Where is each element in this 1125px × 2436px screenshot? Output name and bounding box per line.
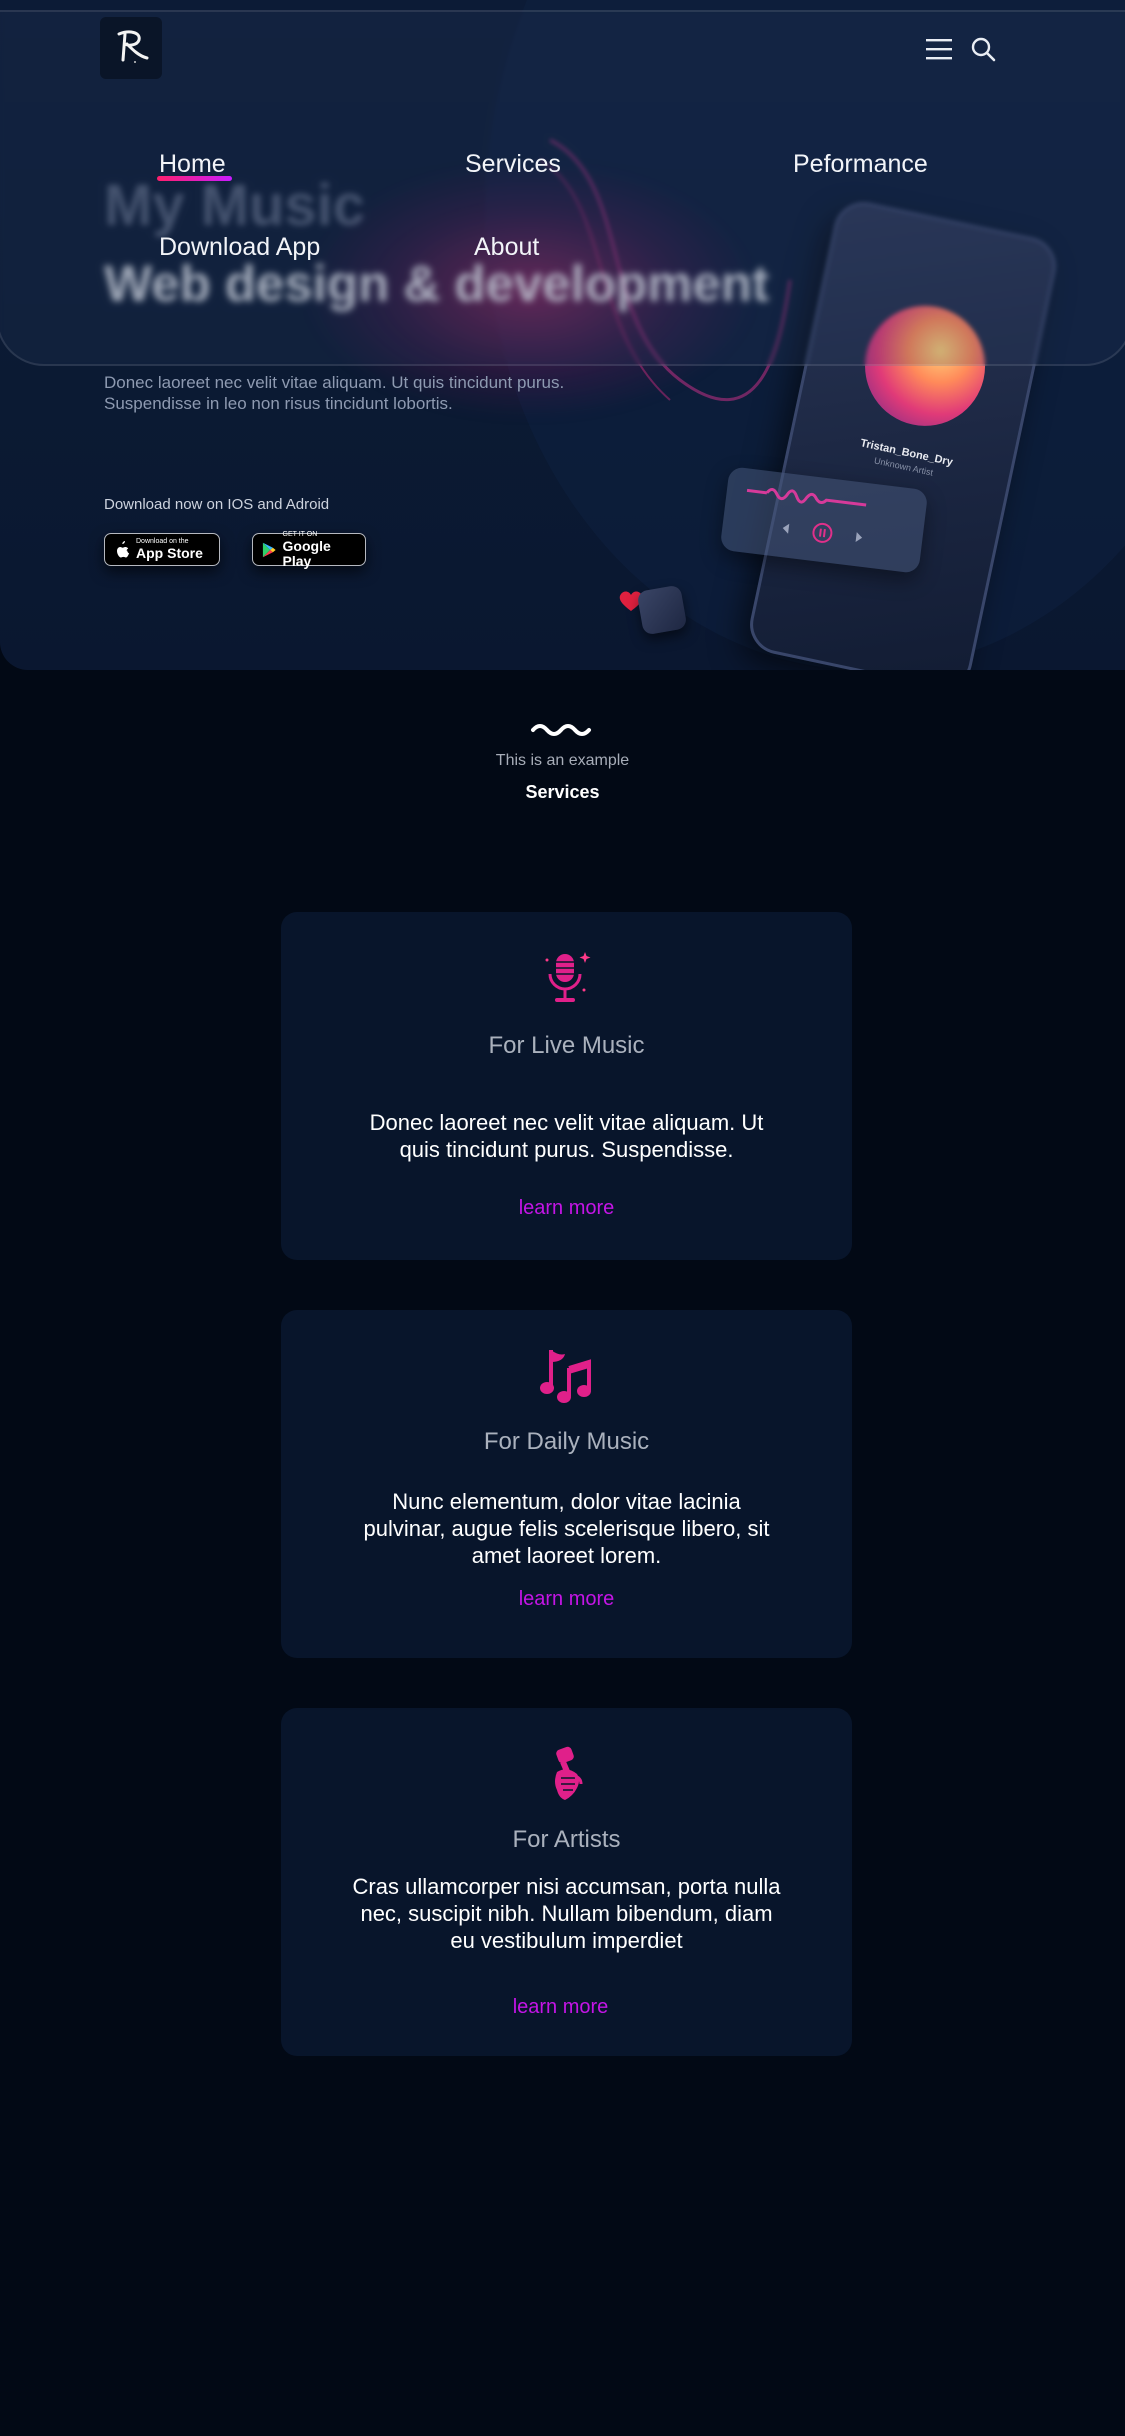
google-play-button[interactable]: GET IT ON Google Play xyxy=(252,531,366,569)
search-icon[interactable] xyxy=(970,36,996,62)
hamburger-menu-icon[interactable] xyxy=(926,38,952,60)
card-body: Nunc elementum, dolor vitae lacinia pulv… xyxy=(363,1489,770,1568)
card-title: For Live Music xyxy=(488,1032,645,1059)
learn-more-link[interactable]: learn more xyxy=(281,1588,852,1611)
nav-active-indicator xyxy=(157,176,232,181)
nav-download-app[interactable]: Download App xyxy=(159,233,320,262)
music-notes-icon xyxy=(539,1350,591,1403)
services-title: Services xyxy=(525,782,600,802)
glass-nav-panel xyxy=(0,10,1125,366)
google-play-icon xyxy=(262,542,276,557)
download-label: Download now on IOS and Adroid xyxy=(104,496,330,513)
service-card-artists: For Artists Cras ullamcorper nisi accums… xyxy=(281,1708,852,2056)
card-body: Cras ullamcorper nisi accumsan, porta nu… xyxy=(352,1874,781,1953)
service-card-daily-music: For Daily Music Nunc elementum, dolor vi… xyxy=(281,1310,852,1658)
hero-description: Donec laoreet nec velit vitae aliquam. U… xyxy=(104,373,565,413)
service-card-live-music: For Live Music Donec laoreet nec velit v… xyxy=(281,912,852,1260)
nav-services[interactable]: Services xyxy=(465,150,561,179)
learn-more-link[interactable]: learn more xyxy=(281,1197,852,1220)
microphone-icon xyxy=(545,952,590,1002)
squiggle-icon xyxy=(531,724,591,736)
nav-about[interactable]: About xyxy=(474,233,539,262)
card-title: For Artists xyxy=(512,1826,621,1853)
card-title: For Daily Music xyxy=(483,1428,650,1455)
hand-microphone-icon xyxy=(554,1746,582,1800)
nav-home[interactable]: Home xyxy=(159,150,226,179)
apple-icon xyxy=(117,540,130,557)
app-store-label: App Store xyxy=(136,545,203,561)
nav-performance[interactable]: Peformance xyxy=(793,150,928,179)
learn-more-link[interactable]: learn more xyxy=(275,1996,846,2019)
brand-logo[interactable] xyxy=(100,17,162,79)
signature-r-logo-icon xyxy=(117,30,149,63)
app-store-button[interactable]: Download on the App Store xyxy=(104,533,220,566)
services-eyebrow: This is an example xyxy=(495,752,630,769)
google-play-label: Google Play xyxy=(282,537,331,569)
card-body: Donec laoreet nec velit vitae aliquam. U… xyxy=(369,1110,764,1162)
decorative-cube xyxy=(636,584,688,636)
